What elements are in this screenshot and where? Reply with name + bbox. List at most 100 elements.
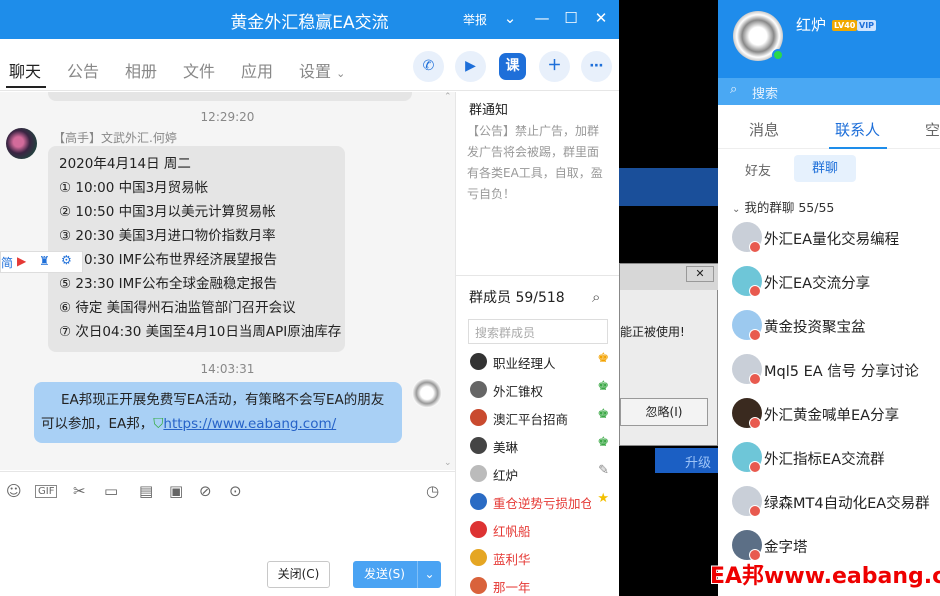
tab-underline	[829, 147, 887, 149]
block-icon[interactable]: ⊘	[199, 482, 212, 500]
group-name: Mql5 EA 信号 分享讨论	[764, 364, 919, 380]
received-message-bubble: 2020年4月14日 周二 ① 10:00 中国3月贸易帐 ② 10:50 中国…	[48, 146, 345, 352]
member-avatar	[470, 521, 487, 538]
member-avatar	[470, 409, 487, 426]
own-avatar[interactable]	[412, 378, 442, 408]
chevron-down-icon[interactable]: ⌄	[500, 8, 520, 28]
message-link[interactable]: https://www.eabang.com/	[163, 416, 336, 432]
gif-icon[interactable]: GIF	[35, 485, 58, 498]
dialog-message: 能正被使用!	[620, 325, 685, 339]
add-app-icon[interactable]: ＋	[539, 51, 570, 82]
scroll-up-icon[interactable]: ⌃	[444, 92, 452, 102]
timestamp: 12:29:20	[200, 110, 255, 124]
member-search-input[interactable]: 搜索群成员	[468, 319, 608, 344]
admin-icon: ♚	[597, 435, 609, 450]
input-area: ☺ GIF ✂ ▭ ▤ ▣ ⊘ ⊙ ◷ 关闭(C) 发送(S) ⌄	[0, 471, 455, 596]
tab-settings-label: 设置	[299, 62, 332, 81]
tab-space[interactable]: 空	[925, 119, 940, 140]
folder-icon[interactable]: ▭	[104, 482, 118, 500]
scissors-icon[interactable]: ✂	[73, 482, 86, 500]
group-item[interactable]: Mql5 EA 信号 分享讨论	[718, 351, 940, 395]
document-icon[interactable]: ▤	[139, 482, 153, 500]
member-item[interactable]: 外汇锥权 ♚	[456, 376, 619, 404]
tab-chat[interactable]: 聊天	[9, 58, 41, 82]
member-avatar	[470, 549, 487, 566]
group-name: 外汇EA交流分享	[764, 276, 871, 292]
admin-icon: ♚	[597, 407, 609, 422]
mute-icon	[749, 505, 761, 517]
tab-files[interactable]: 文件	[183, 58, 215, 82]
video-icon[interactable]: ▶	[455, 51, 486, 82]
report-button[interactable]: 举报	[463, 11, 487, 28]
image-icon[interactable]: ▣	[169, 482, 183, 500]
close-icon[interactable]: ✕	[686, 266, 714, 282]
emoji-icon[interactable]: ☺	[6, 482, 22, 500]
group-name: 金字塔	[764, 540, 808, 556]
sender-avatar[interactable]	[6, 128, 37, 159]
history-icon[interactable]: ◷	[426, 482, 439, 500]
close-button[interactable]: 关闭(C)	[267, 561, 330, 588]
send-button[interactable]: 发送(S) ⌄	[353, 561, 441, 588]
video-icon[interactable]: ▶	[17, 254, 26, 268]
group-name: 外汇EA量化交易编程	[764, 232, 900, 248]
user-name[interactable]: 红炉	[796, 14, 826, 35]
lesson-icon[interactable]: 课	[499, 53, 526, 80]
ignore-button[interactable]: 忽略(I)	[620, 398, 708, 426]
sender-name[interactable]: 【高手】文武外汇.何婷	[53, 129, 177, 146]
tab-apps[interactable]: 应用	[241, 58, 273, 82]
tab-messages[interactable]: 消息	[749, 119, 779, 140]
level-badge: LV40	[832, 20, 858, 31]
member-item[interactable]: 重仓逆势亏损加仓 ★	[456, 488, 619, 516]
more-icon[interactable]: ⊙	[229, 482, 242, 500]
maximize-icon[interactable]: ☐	[561, 8, 581, 28]
notice-title[interactable]: 群通知	[469, 99, 508, 118]
group-item[interactable]: 外汇指标EA交流群	[718, 439, 940, 483]
edit-icon[interactable]: ✎	[598, 463, 609, 478]
group-item[interactable]: 外汇黄金喊单EA分享	[718, 395, 940, 439]
member-name: 红帆船	[493, 524, 531, 539]
minimize-icon[interactable]: —	[532, 8, 552, 28]
member-item[interactable]: 那一年	[456, 572, 619, 596]
phone-icon[interactable]: ✆	[413, 51, 444, 82]
shirt-icon[interactable]: ♜	[39, 254, 50, 268]
contacts-tabs: 消息 联系人 空	[718, 105, 940, 149]
member-avatar	[470, 493, 487, 510]
tab-contacts[interactable]: 联系人	[835, 119, 880, 140]
member-item[interactable]: 红帆船	[456, 516, 619, 544]
subtab-groups[interactable]: 群聊	[794, 155, 856, 182]
subtab-friends[interactable]: 好友	[745, 160, 771, 179]
upgrade-button[interactable]: 升级	[655, 448, 718, 473]
close-icon[interactable]: ✕	[591, 8, 611, 28]
members-title: 群成员 59/518	[469, 290, 565, 306]
member-item[interactable]: 职业经理人 ♚	[456, 348, 619, 376]
message-input[interactable]	[0, 506, 455, 554]
search-icon[interactable]: ⌕	[592, 288, 600, 306]
tab-album[interactable]: 相册	[125, 58, 157, 82]
gear-icon[interactable]: ⚙	[61, 253, 72, 267]
tab-settings[interactable]: 设置 ⌄	[299, 58, 345, 82]
group-chat-window: 黄金外汇稳赢EA交流 举报 ⌄ — ☐ ✕ 聊天 公告 相册 文件 应用 设置 …	[0, 0, 619, 596]
group-name: 外汇黄金喊单EA分享	[764, 408, 900, 424]
member-item[interactable]: 蓝利华	[456, 544, 619, 572]
contacts-panel: 红炉 LV40 VIP ⌕ 搜索 消息 联系人 空 好友 群聊 ⌄ 我的群聊 5…	[718, 0, 940, 596]
floating-toolbar-label: 简	[1, 256, 14, 270]
member-name: 美琳	[493, 440, 519, 455]
dialog-title-bar: ✕	[620, 264, 719, 290]
group-item[interactable]: 外汇EA量化交易编程	[718, 219, 940, 263]
scroll-down-icon[interactable]: ⌄	[444, 458, 452, 468]
member-item[interactable]: 红炉 ✎	[456, 460, 619, 488]
member-item[interactable]: 澳汇平台招商 ♚	[456, 404, 619, 432]
background-dialog: ✕ 能正被使用! 忽略(I)	[619, 263, 719, 446]
member-item[interactable]: 美琳 ♚	[456, 432, 619, 460]
tab-announcement[interactable]: 公告	[67, 58, 99, 82]
member-avatar	[470, 465, 487, 482]
group-item[interactable]: 绿森MT4自动化EA交易群	[718, 483, 940, 527]
contacts-search-input[interactable]: ⌕ 搜索	[718, 78, 940, 105]
group-section-header[interactable]: ⌄ 我的群聊 55/55	[732, 197, 834, 216]
chevron-down-icon[interactable]: ⌄	[417, 561, 441, 588]
group-item[interactable]: 外汇EA交流分享	[718, 263, 940, 307]
more-icon[interactable]: ⋯	[581, 51, 612, 82]
online-status-icon	[772, 49, 784, 61]
group-item[interactable]: 黄金投资聚宝盆	[718, 307, 940, 351]
message-area[interactable]: ⌃ 12:29:20 【高手】文武外汇.何婷 2020年4月14日 周二 ① 1…	[0, 92, 455, 470]
